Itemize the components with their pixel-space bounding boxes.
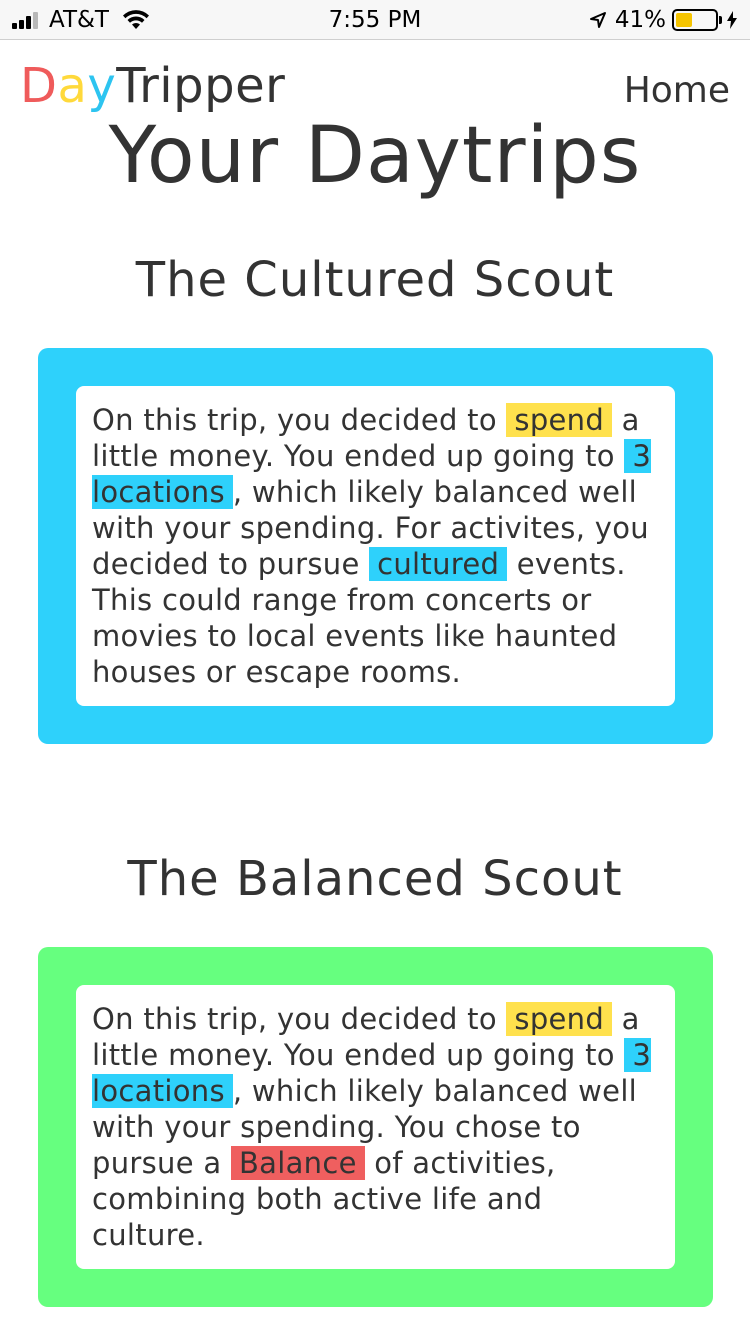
status-bar: AT&T 7:55 PM 41% (0, 0, 750, 40)
logo-word-tripper: Tripper (116, 58, 286, 114)
home-link[interactable]: Home (624, 70, 730, 111)
description-text: On this trip, you decided to (92, 1002, 507, 1036)
trip-card-balanced: On this trip, you decided to spend a lit… (38, 947, 713, 1307)
location-arrow-icon (589, 12, 606, 28)
trip-description: On this trip, you decided to spend a lit… (76, 386, 675, 706)
activity-highlight: Balance (230, 1146, 365, 1180)
activity-highlight: cultured (369, 547, 508, 581)
spend-highlight: spend (506, 1002, 613, 1036)
logo-letter-d: D (20, 58, 58, 114)
battery-level-fill (676, 13, 692, 27)
trip-title: The Balanced Scout (127, 851, 623, 907)
daytripper-logo[interactable]: DayTripper (20, 58, 285, 114)
logo-letter-y: y (87, 58, 117, 114)
trip-card-cultured: On this trip, you decided to spend a lit… (38, 348, 713, 744)
status-right: 41% (589, 7, 738, 33)
spend-highlight: spend (506, 403, 613, 437)
battery-icon (672, 9, 722, 31)
description-text: On this trip, you decided to (92, 403, 507, 437)
logo-letter-a: a (57, 58, 88, 114)
page-title: Your Daytrips (108, 111, 642, 201)
trip-title: The Cultured Scout (135, 252, 615, 308)
battery-percent: 41% (614, 7, 666, 33)
trip-description: On this trip, you decided to spend a lit… (76, 985, 675, 1269)
charging-bolt-icon (727, 11, 737, 29)
